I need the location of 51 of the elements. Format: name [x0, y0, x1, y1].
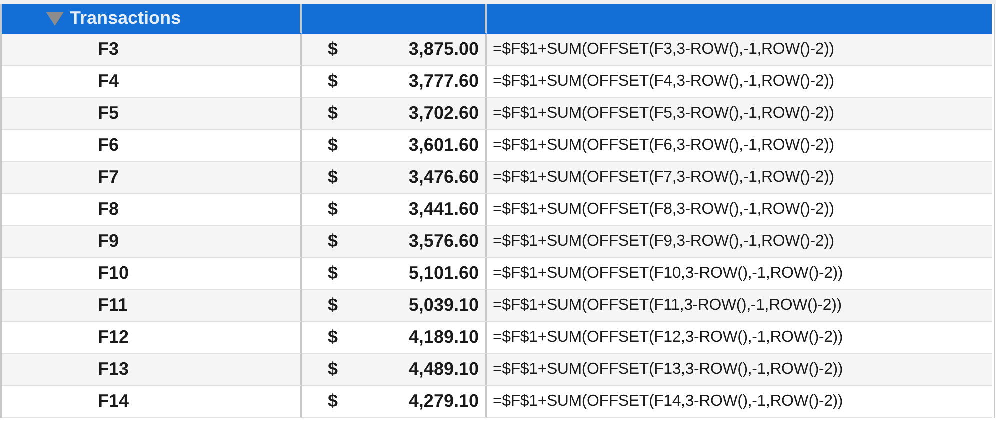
currency-symbol: $ — [328, 327, 338, 348]
amount-value: 3,476.60 — [408, 167, 479, 188]
cell-reference: F8 — [98, 199, 120, 220]
cell-reference: F5 — [98, 103, 120, 124]
currency-symbol: $ — [328, 359, 338, 380]
formula-text: =$F$1+SUM(OFFSET(F9,3-ROW(),-1,ROW()-2)) — [493, 232, 834, 250]
currency-symbol: $ — [328, 39, 338, 60]
currency-symbol: $ — [328, 391, 338, 412]
amount-value: 3,702.60 — [408, 103, 479, 124]
cell-reference: F6 — [98, 135, 120, 156]
currency-symbol: $ — [328, 71, 338, 92]
formula-text: =$F$1+SUM(OFFSET(F5,3-ROW(),-1,ROW()-2)) — [493, 104, 834, 122]
disclosure-triangle-icon[interactable] — [46, 12, 64, 26]
currency-symbol: $ — [328, 263, 338, 284]
currency-symbol: $ — [328, 199, 338, 220]
amount-value: 4,489.10 — [408, 359, 479, 380]
cell-reference: F7 — [98, 167, 120, 188]
cell-reference: F4 — [98, 71, 120, 92]
amount-value: 5,101.60 — [408, 263, 479, 284]
cell-reference: F12 — [98, 327, 130, 348]
formula-text: =$F$1+SUM(OFFSET(F11,3-ROW(),-1,ROW()-2)) — [493, 296, 842, 314]
formula-text: =$F$1+SUM(OFFSET(F14,3-ROW(),-1,ROW()-2)) — [493, 392, 844, 410]
currency-symbol: $ — [328, 231, 338, 252]
cell-reference: F3 — [98, 39, 120, 60]
cell-reference: F11 — [98, 295, 128, 316]
formula-text: =$F$1+SUM(OFFSET(F13,3-ROW(),-1,ROW()-2)) — [493, 360, 844, 378]
cell-reference: F13 — [98, 359, 130, 380]
currency-symbol: $ — [328, 167, 338, 188]
currency-symbol: $ — [328, 103, 338, 124]
amount-value: 4,279.10 — [408, 391, 479, 412]
cell-reference: F10 — [98, 263, 130, 284]
amount-value: 3,601.60 — [408, 135, 479, 156]
formula-text: =$F$1+SUM(OFFSET(F3,3-ROW(),-1,ROW()-2)) — [493, 40, 834, 58]
formula-text: =$F$1+SUM(OFFSET(F6,3-ROW(),-1,ROW()-2)) — [493, 136, 834, 154]
formula-text: =$F$1+SUM(OFFSET(F12,3-ROW(),-1,ROW()-2)) — [493, 328, 844, 346]
amount-value: 5,039.10 — [408, 295, 479, 316]
currency-symbol: $ — [328, 295, 338, 316]
cell-reference: F14 — [98, 391, 130, 412]
formula-text: =$F$1+SUM(OFFSET(F4,3-ROW(),-1,ROW()-2)) — [493, 72, 834, 90]
amount-value: 3,875.00 — [408, 39, 479, 60]
formula-text: =$F$1+SUM(OFFSET(F7,3-ROW(),-1,ROW()-2)) — [493, 168, 834, 186]
amount-value: 3,576.60 — [408, 231, 479, 252]
cell-reference: F9 — [98, 231, 120, 252]
amount-value: 3,777.60 — [408, 71, 479, 92]
formula-text: =$F$1+SUM(OFFSET(F10,3-ROW(),-1,ROW()-2)) — [493, 264, 844, 282]
formula-text: =$F$1+SUM(OFFSET(F8,3-ROW(),-1,ROW()-2)) — [493, 200, 834, 218]
group-row[interactable]: Transactions — [2, 4, 302, 34]
amount-value: 3,441.60 — [408, 199, 479, 220]
amount-value: 4,189.10 — [408, 327, 479, 348]
group-label: Transactions — [70, 8, 182, 29]
currency-symbol: $ — [328, 135, 338, 156]
